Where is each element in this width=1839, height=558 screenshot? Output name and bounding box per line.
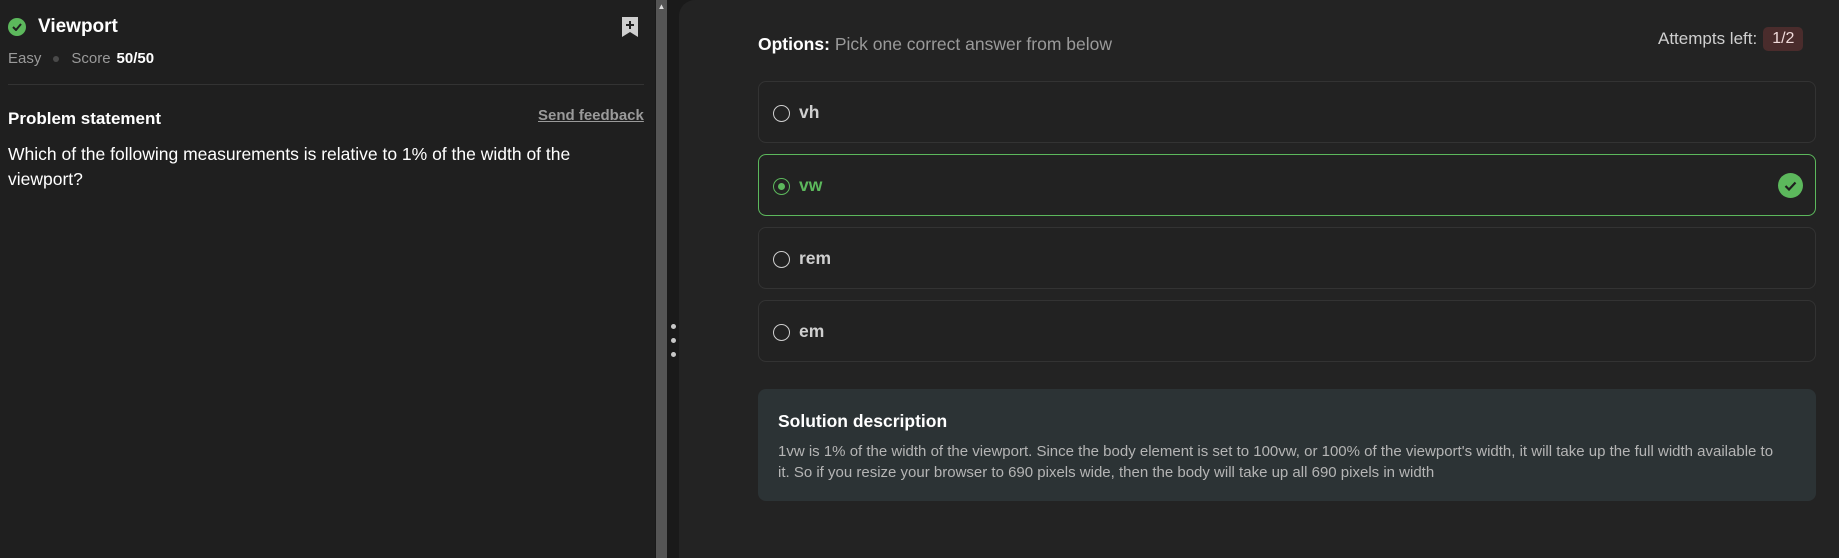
solution-box: Solution description 1vw is 1% of the wi… <box>758 389 1816 501</box>
question-text: Which of the following measurements is r… <box>8 144 571 189</box>
problem-title-row: Viewport <box>8 14 118 40</box>
option-rem[interactable]: rem <box>758 227 1816 289</box>
radio-button-selected[interactable] <box>773 178 790 195</box>
scroll-up-arrow-icon[interactable]: ▲ <box>656 2 667 12</box>
attempts-indicator: Attempts left: 1/2 <box>1658 27 1804 51</box>
problem-title: Viewport <box>38 16 118 37</box>
radio-button[interactable] <box>773 251 790 268</box>
drag-handle-icon[interactable] <box>669 324 677 364</box>
option-label: vh <box>799 102 820 122</box>
send-feedback-link[interactable]: Send feedback <box>538 107 644 124</box>
attempts-label: Attempts left: <box>1658 29 1758 48</box>
bookmark-add-icon[interactable] <box>620 16 640 38</box>
correct-check-icon <box>1778 173 1803 198</box>
panel-gutter <box>667 0 679 558</box>
score-value: 50/50 <box>116 50 155 67</box>
solution-title: Solution description <box>778 411 948 431</box>
radio-button[interactable] <box>773 324 790 341</box>
options-label: Options: <box>758 34 830 54</box>
solved-check-icon <box>8 18 26 36</box>
solution-text: 1vw is 1% of the width of the viewport. … <box>778 443 1774 481</box>
attempts-badge: 1/2 <box>1763 27 1804 51</box>
problem-statement-heading: Problem statement <box>8 109 162 128</box>
radio-button[interactable] <box>773 105 790 122</box>
difficulty-label: Easy <box>8 50 42 67</box>
score-label: Score <box>71 50 111 67</box>
option-label: em <box>799 321 825 341</box>
option-vw[interactable]: vw <box>758 154 1816 216</box>
problem-panel: Viewport Easy Score 50/50 Problem statem… <box>0 0 655 558</box>
divider <box>8 84 644 85</box>
separator-dot <box>53 55 60 62</box>
option-label: rem <box>799 248 832 268</box>
option-label: vw <box>799 175 823 195</box>
options-header: Options: Pick one correct answer from be… <box>758 34 1112 55</box>
left-panel-scrollbar[interactable] <box>656 0 667 558</box>
options-hint: Pick one correct answer from below <box>834 34 1113 54</box>
problem-meta: Easy Score 50/50 <box>8 50 154 67</box>
option-vh[interactable]: vh <box>758 81 1816 143</box>
option-em[interactable]: em <box>758 300 1816 362</box>
